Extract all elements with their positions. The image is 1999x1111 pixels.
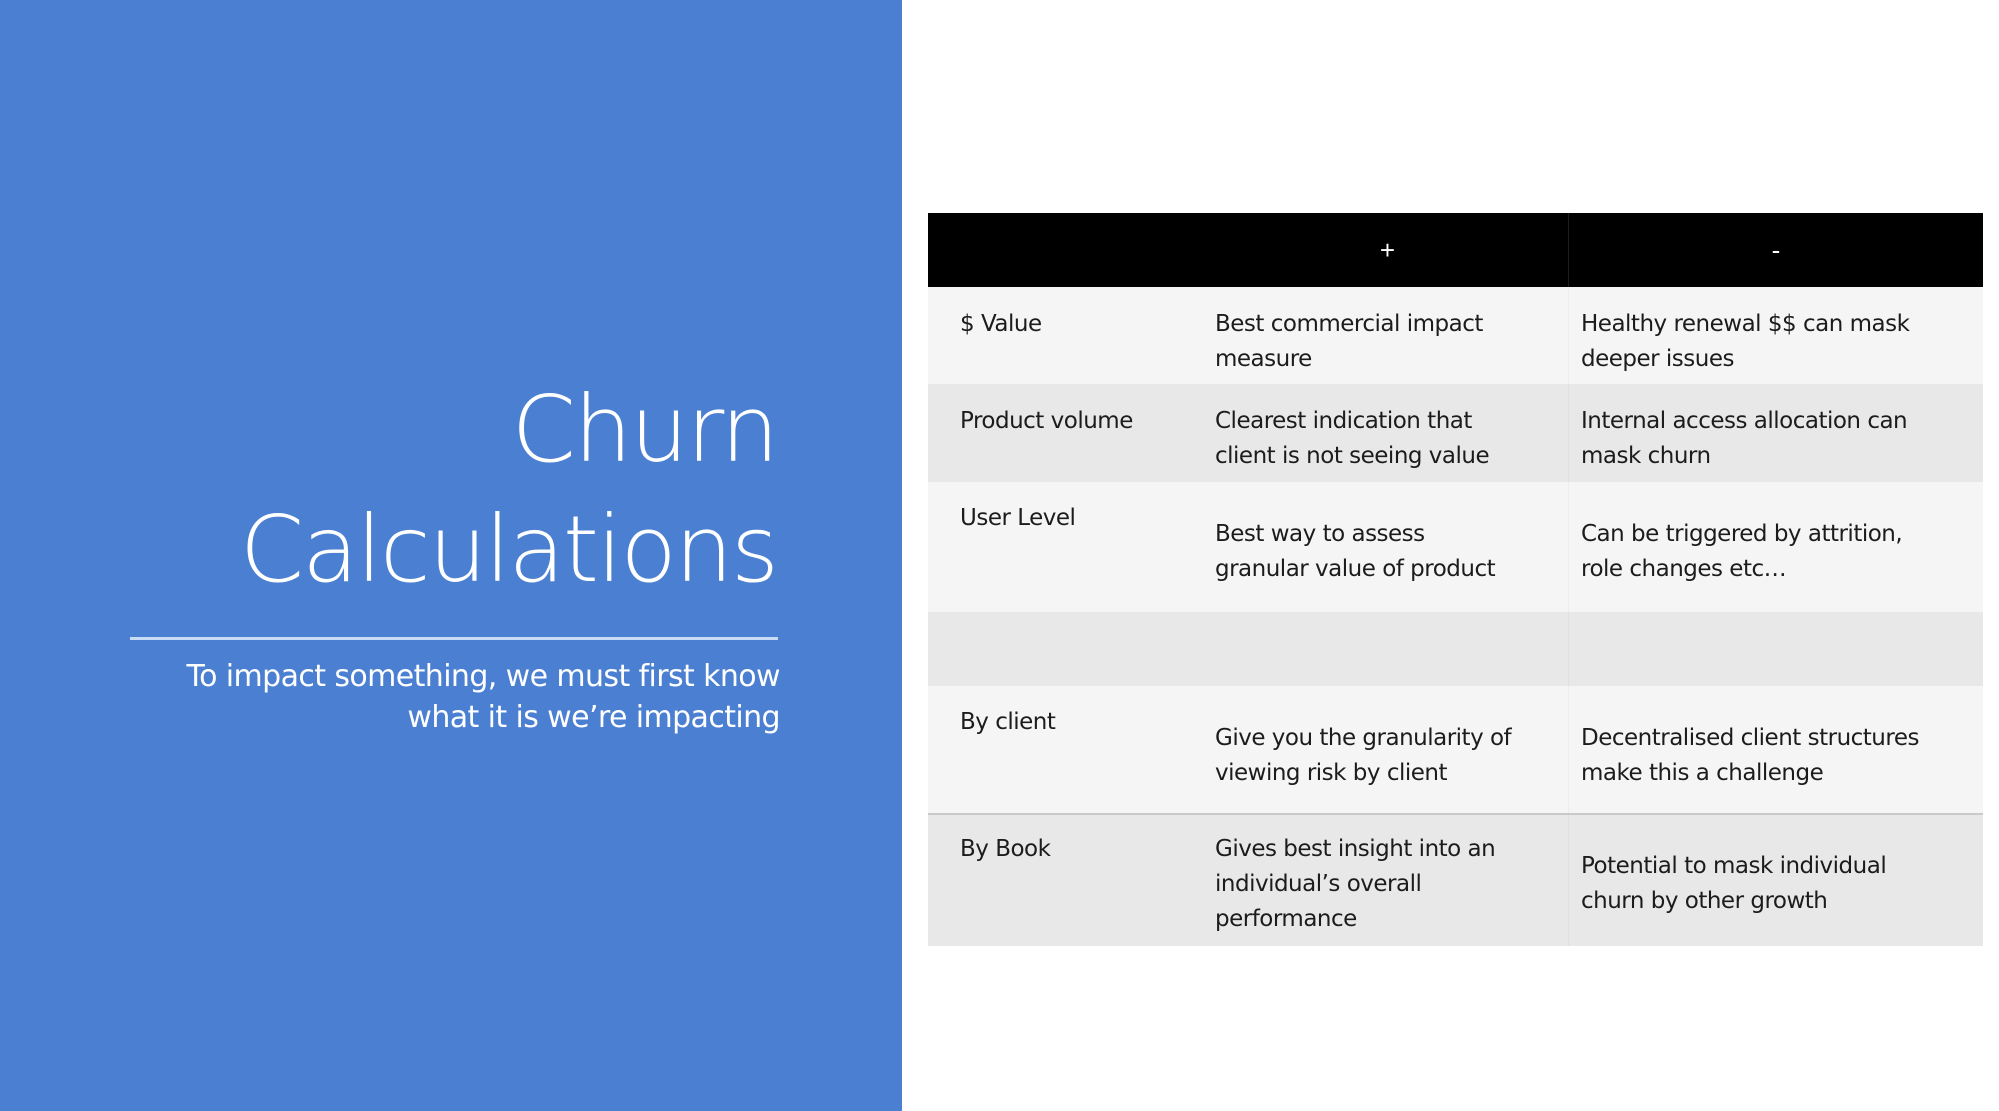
row-plus: Gives best insight into an individual’s … (1207, 815, 1568, 946)
table-row: User Level Best way to assess granular v… (928, 482, 1983, 612)
slide-subtitle: To impact something, we must first know … (186, 656, 780, 738)
header-minus: - (1568, 213, 1983, 287)
row-plus-line: measure (1215, 346, 1312, 372)
row-minus-line: Healthy renewal $$ can mask (1581, 311, 1910, 337)
table-row: By client Give you the granularity of vi… (928, 686, 1983, 813)
row-minus-line: Can be triggered by attrition, (1581, 521, 1903, 547)
row-label: User Level (960, 505, 1076, 531)
header-plus: + (1379, 234, 1396, 265)
slide-title-line-2: Calculations (239, 496, 779, 603)
row-plus-line: Give you the granularity of (1215, 725, 1512, 751)
row-plus-line: performance (1215, 906, 1357, 932)
row-plus-line: viewing risk by client (1215, 760, 1448, 786)
table-row: Product volume Clearest indication that … (928, 384, 1983, 482)
row-minus-line: deeper issues (1581, 346, 1734, 372)
row-plus: Best way to assess granular value of pro… (1207, 482, 1568, 612)
row-minus (1568, 612, 1983, 686)
row-plus-line: Gives best insight into an (1215, 836, 1496, 862)
slide-subtitle-line-2: what it is we’re impacting (407, 700, 780, 735)
row-minus-line: mask churn (1581, 443, 1711, 469)
table-row: By Book Gives best insight into an indiv… (928, 813, 1983, 946)
row-minus: Healthy renewal $$ can mask deeper issue… (1568, 287, 1983, 384)
row-plus: Clearest indication that client is not s… (1207, 384, 1568, 482)
row-plus: Best commercial impact measure (1207, 287, 1568, 384)
row-plus-line: granular value of product (1215, 556, 1496, 582)
row-minus: Decentralised client structures make thi… (1568, 686, 1983, 813)
row-plus-line: Best way to assess (1215, 521, 1425, 547)
slide-subtitle-line-1: To impact something, we must first know (186, 659, 780, 694)
row-plus-line: Clearest indication that (1215, 408, 1472, 434)
row-minus: Potential to mask individual churn by ot… (1568, 815, 1983, 946)
slide-title: Churn Calculations (239, 370, 779, 610)
row-plus-line: individual’s overall (1215, 871, 1422, 897)
row-label: By Book (960, 836, 1051, 862)
row-minus: Internal access allocation can mask chur… (1568, 384, 1983, 482)
table-row: $ Value Best commercial impact measure H… (928, 287, 1983, 384)
row-label: By client (960, 709, 1056, 735)
row-plus-line: client is not seeing value (1215, 443, 1490, 469)
row-label: Product volume (960, 408, 1133, 434)
row-plus-line: Best commercial impact (1215, 311, 1483, 337)
row-plus (1207, 612, 1568, 686)
row-minus-line: role changes etc… (1581, 556, 1787, 582)
row-plus: Give you the granularity of viewing risk… (1207, 686, 1568, 813)
row-minus-line: make this a challenge (1581, 760, 1824, 786)
row-minus: Can be triggered by attrition, role chan… (1568, 482, 1983, 612)
row-minus-line: Internal access allocation can (1581, 408, 1908, 434)
table-row-empty (928, 612, 1983, 686)
slide-title-line-1: Churn (511, 376, 779, 483)
row-minus-line: Decentralised client structures (1581, 725, 1919, 751)
row-label: $ Value (960, 311, 1042, 337)
header-label-column (928, 213, 1207, 287)
row-label (928, 612, 1207, 686)
comparison-table: + - $ Value Best commercial impact measu… (928, 213, 1983, 946)
row-minus-line: Potential to mask individual (1581, 853, 1887, 879)
title-divider (130, 637, 778, 640)
table-header: + - (928, 213, 1983, 287)
row-minus-line: churn by other growth (1581, 888, 1828, 914)
